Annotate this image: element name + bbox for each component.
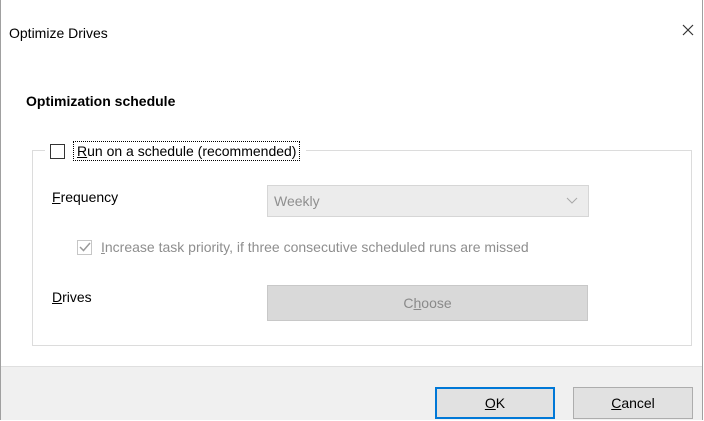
frequency-mnemonic: F [52, 189, 61, 205]
cancel-label-rest: ancel [621, 395, 655, 411]
close-icon [682, 24, 694, 36]
choose-button-rest: oose [421, 295, 452, 311]
frequency-select[interactable]: Weekly [267, 185, 589, 217]
frequency-value: Weekly [274, 193, 320, 209]
close-button[interactable] [676, 18, 700, 42]
drives-label: Drives [52, 289, 92, 305]
drives-mnemonic: D [52, 289, 63, 305]
drives-label-rest: rives [62, 289, 92, 305]
cancel-mnemonic: C [611, 395, 622, 411]
run-on-schedule-mnemonic: R [77, 143, 88, 159]
ok-button[interactable]: OK [435, 387, 555, 419]
frequency-label: Frequency [52, 189, 118, 205]
checkmark-icon [78, 242, 91, 252]
increase-priority-checkbox[interactable] [77, 239, 92, 255]
ok-label-rest: K [495, 395, 506, 411]
section-title: Optimization schedule [26, 93, 176, 109]
choose-button-prefix: C [403, 295, 414, 311]
choose-button-mnemonic: h [413, 295, 422, 311]
optimize-drives-dialog: Optimize Drives Optimization schedule Ru… [0, 0, 703, 420]
run-on-schedule-label-rest: un on a schedule (recommended) [87, 143, 297, 159]
run-on-schedule-option[interactable]: Run on a schedule (recommended) [45, 140, 307, 162]
frequency-label-rest: requency [60, 189, 119, 205]
ok-mnemonic: O [484, 395, 496, 411]
window-title: Optimize Drives [9, 25, 108, 41]
increase-priority-option[interactable]: Increase task priority, if three consecu… [77, 239, 529, 255]
run-on-schedule-checkbox[interactable] [50, 143, 65, 159]
cancel-button[interactable]: Cancel [573, 387, 693, 419]
title-bar: Optimize Drives [1, 0, 702, 64]
dialog-footer: OK Cancel [1, 366, 702, 420]
choose-drives-button[interactable]: Ch oose [267, 285, 588, 321]
chevron-down-icon [566, 197, 578, 204]
dialog-content: Optimization schedule Run on a schedule … [1, 64, 702, 366]
increase-priority-label: Increase task priority, if three consecu… [101, 239, 529, 255]
increase-priority-label-rest: ncrease task priority, if three consecut… [104, 239, 529, 255]
run-on-schedule-label[interactable]: Run on a schedule (recommended) [73, 141, 301, 161]
